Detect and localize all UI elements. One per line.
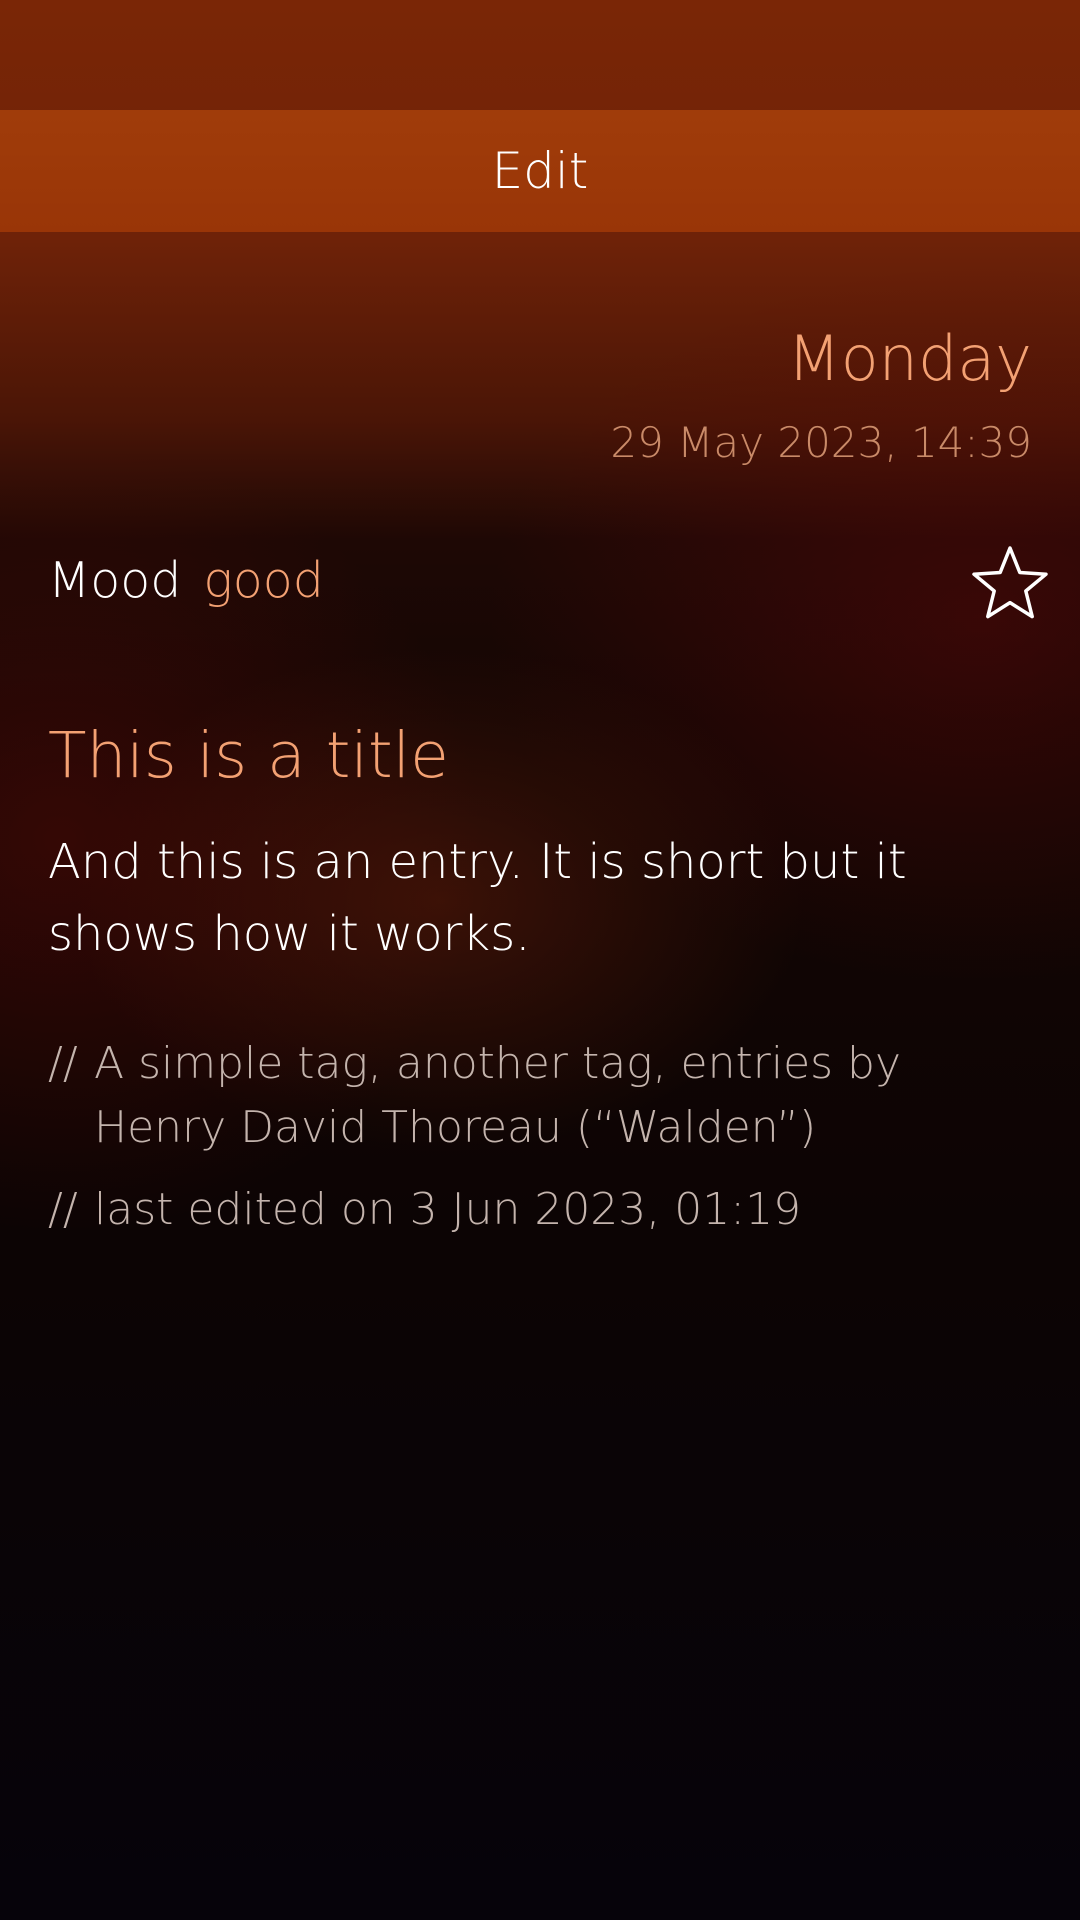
edit-button-label: Edit — [491, 142, 589, 200]
last-edited-text: last edited on 3 Jun 2023, 01:19 — [94, 1184, 802, 1235]
last-edited-line: // last edited on 3 Jun 2023, 01:19 — [48, 1178, 1008, 1242]
edit-button[interactable]: Edit — [0, 110, 1080, 232]
mood-row: Mood good — [48, 556, 324, 605]
mood-value: good — [203, 552, 324, 609]
tags-prefix: // — [48, 1038, 78, 1089]
entry-body: And this is an entry. It is short but it… — [48, 834, 907, 962]
last-edited-prefix: // — [48, 1184, 78, 1235]
tags-line: // A simple tag, another tag, entries by… — [48, 1032, 1008, 1160]
tags-text: A simple tag, another tag, entries by He… — [94, 1038, 902, 1153]
entry-title: This is a title — [48, 719, 449, 792]
entry-date-time: 29 May 2023, 14:39 — [610, 418, 1032, 467]
status-bar — [0, 0, 1080, 110]
entry-day-name: Monday — [787, 322, 1032, 395]
mood-label: Mood — [48, 552, 182, 609]
star-icon[interactable] — [968, 544, 1052, 628]
